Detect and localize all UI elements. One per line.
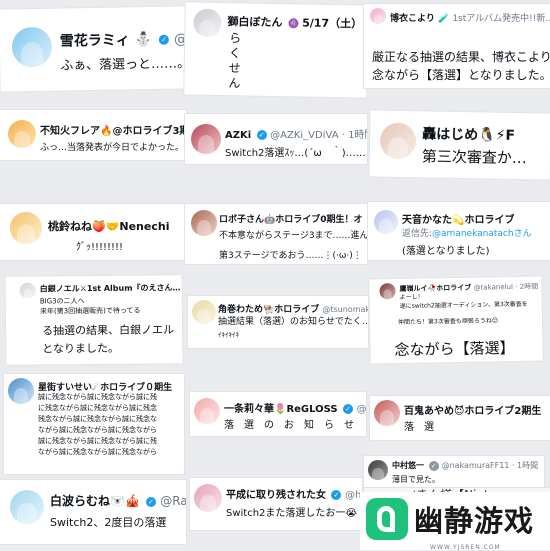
tweet-card-azki[interactable]: AZKi ✓ @AZKi_VDiVA · 1時間 Switch2落選ｽｯ…(´ω… (185, 114, 367, 164)
tweet-card-lui[interactable]: 鷹嶺ルイ🥀ホロライブ @takaneluI · 2時間 よーし！ 遂にswitc… (369, 276, 543, 364)
display-name: 轟はじめ🐧⚡F (422, 126, 516, 144)
leo-sign-icon: ♌ (288, 18, 299, 29)
tweet-text: Switch2、2度目の落選 (50, 516, 167, 529)
avatar[interactable] (374, 210, 398, 234)
tweet-card-nakamura[interactable]: 中村悠一 ✓ @nakamuraFF11 · 1時間 薄目で見た。 (364, 456, 544, 488)
display-name: 博衣こより 🧪 1stアルバム発売中!!新… (390, 11, 550, 24)
avatar[interactable] (194, 484, 222, 512)
display-name: 白銀ノエル⚔1st Album『のえさん… (39, 283, 181, 294)
tweet-text: 落 選 の お 知 ら せ (224, 420, 354, 431)
tweet-card-suisei[interactable]: 星街すいせい☄ホロライブ０期生 誠に残念ながら誠に残念ながら誠に残 に残念ながら… (4, 374, 184, 474)
display-name: ロボ子さん🤖ホロライブ0期生！オ (219, 215, 363, 225)
handle: @ic (356, 404, 366, 415)
tweet-text: る抽選の結果、白銀ノエル となりました。 (42, 323, 175, 356)
tweet-text: Switch2落選ｽｯ…(´ω ｀)…… (225, 148, 366, 159)
tweet-text: 誠に残念ながら誠に残念ながら誠に残 に残念ながら誠に残念ながら誠に残念 残念なが… (38, 393, 157, 456)
tweet-card-nene[interactable]: 桃鈴ねね🍑🤝Nenechi ｸﾞｯ!!!!!!!! (0, 204, 186, 260)
tweet-text: 抽選結果（落選）のお知らせでたく… ｲｷｲｷｲｷ (218, 317, 368, 339)
tweet-text: 厳正なる抽選の結果、博衣こより 念ながら【落選】となりました。 (372, 50, 550, 82)
avatar[interactable] (374, 400, 400, 426)
verified-badge-icon: ✓ (256, 130, 267, 140)
snowman-emoji: ⛄ (134, 31, 153, 49)
display-name: 中村悠一 ✓ @nakamuraFF11 · 1時間 (392, 460, 539, 471)
display-name: 桃鈴ねね🍑🤝Nenechi (48, 220, 170, 233)
tweet-card-ayame[interactable]: 百鬼あやめ😈ホロライブ2期生 落 選 (370, 396, 550, 440)
tweet-card-ramune[interactable]: 白波らむね🐻‍❄🎪 ✓ @Ra Switch2、2度目の落選 (0, 480, 186, 544)
tweet-text: Switch2また落選したお一😭 (226, 508, 358, 519)
display-name: 角巻わため🐏ホロライブ @tsunomakiwatame (218, 302, 368, 315)
tweet-card-watame[interactable]: 角巻わため🐏ホロライブ @tsunomakiwatame 抽選結果（落選）のお知… (188, 296, 368, 348)
tweet-text: 不本意ながらステージ3まで……進ん 第3ステージであおう……⋮(·ω·)⋮ (219, 231, 367, 261)
tweet-text: ふぁ、落選っと……。 (60, 56, 189, 74)
avatar[interactable] (368, 460, 388, 480)
tweet-card-lamy[interactable]: 雪花ラミィ ⛄ ✓ @yu ふぁ、落選っと……。 (0, 6, 189, 92)
tweet-card-botan[interactable]: 獅白ぼたん ♌ 5/17（土） ら く せ ん (184, 2, 368, 98)
handle: @Ra (160, 494, 186, 508)
handle: @nakamuraFF11 · 1時間 (441, 461, 539, 470)
date: 5/17（土） (302, 16, 363, 31)
tweet-text-2: 仲間たち！第3次審査も頑張ろうね😊 (397, 317, 499, 327)
avatar[interactable] (370, 8, 386, 24)
site-logo: 幽静游戏 (360, 492, 550, 550)
handle: @tsunomakiwatame (322, 305, 368, 314)
tweet-text-quote: BIG3の二人へ 来年(第3回抽選販売)で待ってる (39, 297, 141, 316)
avatar[interactable] (8, 378, 34, 404)
verified-badge-icon: ✓ (428, 460, 439, 471)
tweet-card-heisei[interactable]: 平成に取り残された女 ✓ @hinar Switch2また落選したお一😭 (190, 478, 362, 530)
verified-badge-icon: ✓ (158, 34, 170, 45)
display-name: 百鬼あやめ😈ホロライブ2期生 (404, 406, 542, 417)
display-name: AZKi ✓ @AZKi_VDiVA · 1時間 (225, 126, 367, 141)
avatar[interactable] (10, 490, 44, 524)
avatar[interactable] (379, 122, 417, 160)
logo-text: 幽静游戏 (414, 504, 535, 538)
verified-badge-icon: ✓ (331, 490, 342, 500)
logo-icon (366, 498, 408, 540)
avatar[interactable] (192, 300, 216, 324)
tweet-text: 落 選 (404, 422, 434, 433)
avatar[interactable] (191, 124, 221, 154)
tweet-text: 第三次審査か… (421, 147, 527, 168)
handle: 1stアルバム発売中!!新… (452, 14, 550, 24)
display-name: 平成に取り残された女 ✓ @hinar (226, 486, 362, 501)
tweet-card-noel[interactable]: 白銀ノエル⚔1st Album『のえさん… BIG3の二人へ 来年(第3回抽選販… (5, 275, 183, 365)
tweet-card-roboco[interactable]: ロボ子さん🤖ホロライブ0期生！オ 不本意ながらステージ3まで……進ん 第3ステー… (185, 204, 367, 264)
tweet-text: (落選となりました) (402, 246, 490, 257)
reply-to: 返信先:@amanekanatachさん (402, 229, 532, 239)
handle: @AZKi_VDiVA · 1時間 (270, 130, 367, 141)
avatar[interactable] (191, 210, 217, 236)
tweet-text-vertical: ら く せ ん (228, 31, 242, 91)
tweet-text: 薄目で見た。 (392, 475, 440, 484)
tweet-card-kanata[interactable]: 天音かなた💫ホロライブ 返信先:@amanekanatachさん (落選となりま… (368, 202, 550, 260)
tweet-text: よーし！ 遂にswitch2抽選オーディション、第3次審査を (399, 293, 528, 310)
avatar[interactable] (193, 8, 222, 38)
display-name: 白波らむね🐻‍❄🎪 ✓ @Ra (50, 494, 186, 508)
display-name: 天音かなた💫ホロライブ (402, 215, 515, 226)
avatar[interactable] (8, 120, 36, 148)
tweet-card-koyori[interactable]: 博衣こより 🧪 1stアルバム発売中!!新… 厳正なる抽選の結果、博衣こより 念… (364, 4, 550, 88)
display-name: 一条莉々華🌷ReGLOSS ✓ @ic (224, 400, 366, 415)
display-name: 雪花ラミィ ⛄ ✓ @yu (60, 28, 189, 51)
test-tube-icon: 🧪 (437, 14, 450, 24)
tweet-text: ふっ…当落発表が今日でよかった。 (40, 143, 185, 153)
tweet-card-ririka[interactable]: 一条莉々華🌷ReGLOSS ✓ @ic 落 選 の お 知 ら せ (190, 392, 366, 436)
display-name: 不知火フレア🔥@ホロライブ3期 (40, 126, 186, 137)
tweet-card-flare[interactable]: 不知火フレア🔥@ホロライブ3期 ふっ…当落発表が今日でよかった。 (0, 110, 186, 160)
display-name: 獅白ぼたん ♌ 5/17（土） (227, 15, 363, 31)
verified-badge-icon: ✓ (343, 404, 354, 414)
avatar[interactable] (194, 398, 220, 424)
tweet-card-hajime[interactable]: 轟はじめ🐧⚡F 第三次審査か… (369, 110, 550, 180)
avatar[interactable] (10, 212, 42, 244)
avatar[interactable] (11, 26, 53, 68)
tweet-text: ｸﾞｯ!!!!!!!! (76, 242, 124, 253)
avatar[interactable] (379, 283, 396, 300)
tweet-text-3: 念ながら【落選】 (394, 338, 515, 360)
verified-badge-icon: ✓ (146, 496, 157, 507)
avatar[interactable] (19, 282, 36, 299)
reply-link[interactable]: @amanekanatachさん (432, 229, 532, 239)
